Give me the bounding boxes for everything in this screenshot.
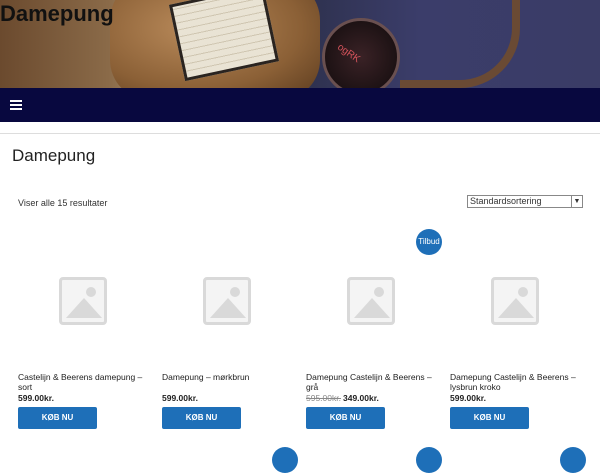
strap-image [400, 0, 520, 88]
sale-badge-next-row [272, 447, 298, 473]
product-image[interactable] [18, 232, 148, 370]
product-current-price: 599.00kr. [450, 393, 486, 403]
main-navigation [0, 88, 600, 122]
page-title: Damepung [12, 146, 96, 165]
divider [0, 133, 600, 134]
product-card: Damepung Castelijn & Beerens – lysbrun k… [450, 232, 580, 429]
product-old-price: 595.00kr. [306, 393, 341, 403]
product-current-price: 599.00kr. [18, 393, 54, 403]
product-price: 599.00kr. [18, 393, 148, 403]
product-price: 599.00kr. [162, 393, 292, 403]
buy-now-button[interactable]: KØB NU [450, 407, 529, 429]
product-current-price: 599.00kr. [162, 393, 198, 403]
product-card: Damepung Castelijn & Beerens – grå 595.0… [306, 232, 436, 429]
image-placeholder-icon [203, 277, 251, 325]
product-name[interactable]: Damepung Castelijn & Beerens – lysbrun k… [450, 372, 580, 392]
hamburger-icon[interactable] [10, 100, 22, 110]
product-image[interactable] [450, 232, 580, 370]
product-name[interactable]: Damepung Castelijn & Beerens – grå [306, 372, 436, 392]
result-count: Viser alle 15 resultater [18, 198, 108, 208]
product-image[interactable] [162, 232, 292, 370]
product-image[interactable] [306, 232, 436, 370]
product-price: 595.00kr. 349.00kr. [306, 393, 436, 403]
site-title[interactable]: Damepung [0, 1, 114, 27]
product-card: Castelijn & Beerens damepung – sort 599.… [18, 232, 148, 429]
image-placeholder-icon [59, 277, 107, 325]
buy-now-button[interactable]: KØB NU [18, 407, 97, 429]
product-current-price: 349.00kr. [342, 393, 379, 403]
header-banner: ogRK Damepung [0, 0, 600, 88]
sort-select[interactable]: Standardsortering ▼ [467, 195, 583, 208]
product-name[interactable]: Damepung – mørkbrun [162, 372, 292, 392]
buy-now-button[interactable]: KØB NU [162, 407, 241, 429]
product-card: Damepung – mørkbrun 599.00kr. KØB NU [162, 232, 292, 429]
image-placeholder-icon [491, 277, 539, 325]
watch-image [322, 18, 400, 88]
chevron-down-icon: ▼ [571, 196, 582, 207]
buy-now-button[interactable]: KØB NU [306, 407, 385, 429]
sale-badge-next-row [416, 447, 442, 473]
sale-badge-next-row [560, 447, 586, 473]
product-name[interactable]: Castelijn & Beerens damepung – sort [18, 372, 148, 392]
product-price: 599.00kr. [450, 393, 580, 403]
sort-selected-value: Standardsortering [470, 196, 542, 206]
image-placeholder-icon [347, 277, 395, 325]
